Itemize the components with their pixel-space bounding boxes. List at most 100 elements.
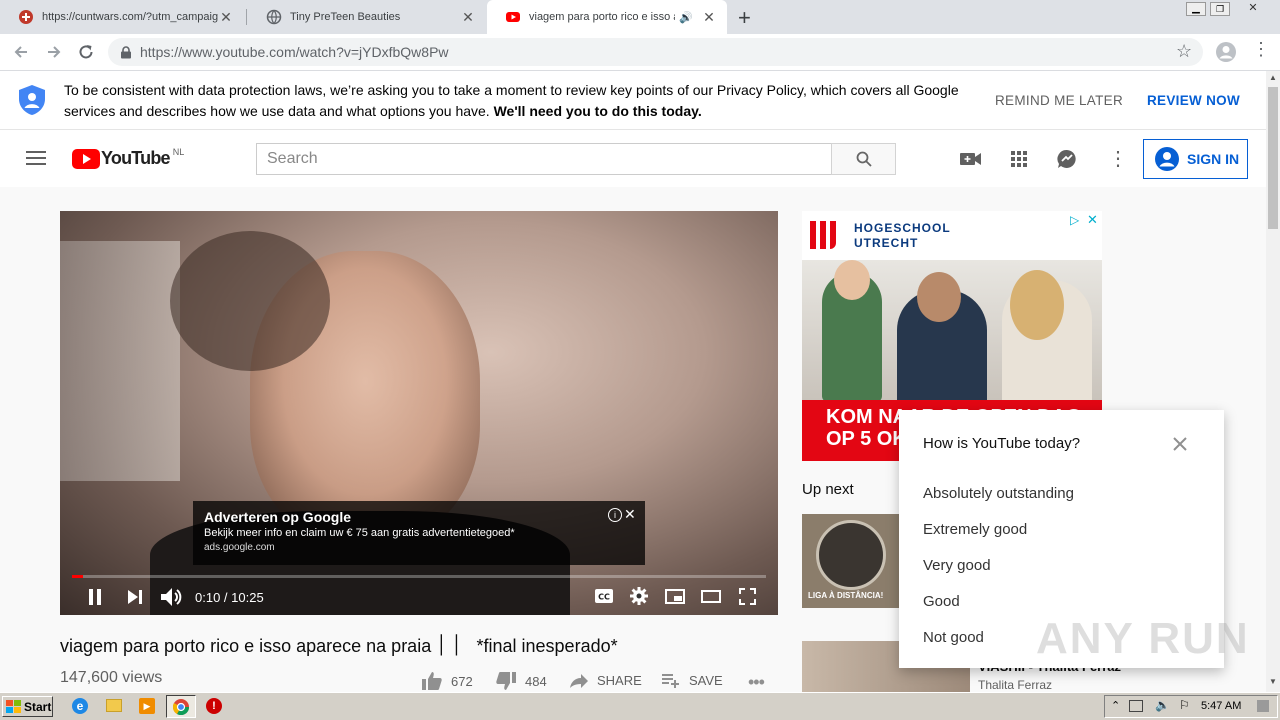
time-display: 0:10 / 10:25: [195, 590, 264, 605]
more-actions-icon[interactable]: •••: [748, 672, 765, 693]
alert-app-icon[interactable]: !: [206, 698, 222, 714]
survey-option-4[interactable]: Good: [923, 593, 960, 610]
up-next-channel-2[interactable]: Thalita Ferraz: [978, 678, 1052, 692]
ad-info-icon[interactable]: i: [608, 508, 622, 522]
tab-close-icon[interactable]: ✕: [460, 9, 476, 26]
miniplayer-icon[interactable]: [665, 589, 685, 604]
progress-bar[interactable]: [72, 575, 766, 578]
lock-icon[interactable]: [120, 46, 132, 59]
tab-title: viagem para porto rico e isso ap: [529, 11, 676, 23]
review-now-button[interactable]: REVIEW NOW: [1147, 93, 1240, 108]
volume-icon[interactable]: [161, 587, 183, 607]
like-count: 672: [451, 673, 473, 689]
survey-option-1[interactable]: Absolutely outstanding: [923, 485, 1074, 502]
tab-youtube[interactable]: viagem para porto rico e isso ap 🔊 ✕: [487, 0, 727, 34]
network-icon[interactable]: [1129, 700, 1143, 712]
ad-close-icon[interactable]: ✕: [624, 507, 636, 521]
account-circle-icon: [1155, 147, 1179, 171]
svg-text:CC: CC: [598, 593, 610, 602]
profile-avatar-icon[interactable]: [1215, 41, 1237, 63]
minimize-icon[interactable]: ▁: [1186, 2, 1206, 16]
tab-separator: [246, 9, 247, 25]
url-text: https://www.youtube.com/watch?v=jYDxfbQw…: [140, 44, 449, 60]
bookmark-star-icon[interactable]: ☆: [1176, 41, 1192, 62]
consent-message: To be consistent with data protection la…: [64, 80, 964, 122]
back-arrow-icon[interactable]: [12, 43, 30, 61]
up-next-thumbnail-1[interactable]: LIGA À DISTÂNCIA!: [802, 514, 900, 608]
chrome-menu-icon[interactable]: ⋮: [1252, 40, 1270, 58]
search-icon: [856, 151, 872, 167]
shield-icon: [19, 85, 45, 115]
create-video-icon[interactable]: [960, 151, 982, 167]
settings-more-icon[interactable]: ⋮: [1108, 149, 1128, 169]
theater-mode-icon[interactable]: [701, 590, 721, 603]
fan-image: [816, 520, 886, 590]
survey-option-2[interactable]: Extremely good: [923, 521, 1027, 538]
tab-close-icon[interactable]: ✕: [218, 9, 234, 26]
like-button[interactable]: 672: [422, 672, 473, 690]
audio-playing-icon[interactable]: 🔊: [679, 11, 693, 24]
globe-icon: [266, 9, 282, 25]
video-hair: [170, 231, 330, 371]
ad-title: Adverteren op Google: [204, 509, 352, 525]
tray-expand-icon[interactable]: ⌃: [1111, 699, 1120, 712]
ad-close-icon[interactable]: ✕: [1087, 212, 1098, 228]
reload-icon[interactable]: [77, 43, 95, 61]
ad-overlay[interactable]: Adverteren op Google Bekijk meer info en…: [193, 501, 645, 565]
scrollbar-thumb[interactable]: [1268, 87, 1278, 229]
fullscreen-icon[interactable]: [739, 588, 756, 605]
scroll-up-icon[interactable]: ▲: [1269, 73, 1277, 82]
youtube-logo[interactable]: YouTube NL: [72, 147, 184, 169]
survey-option-3[interactable]: Very good: [923, 557, 991, 574]
captions-icon[interactable]: CC: [595, 589, 613, 603]
sign-in-button[interactable]: SIGN IN: [1143, 139, 1248, 179]
next-video-icon[interactable]: [128, 590, 143, 604]
scroll-down-icon[interactable]: ▼: [1269, 677, 1277, 686]
start-button[interactable]: Start: [2, 696, 53, 717]
messages-icon[interactable]: [1057, 149, 1077, 169]
close-icon[interactable]: [1173, 437, 1187, 451]
ad-description: Bekijk meer info en claim uw € 75 aan gr…: [204, 527, 515, 539]
youtube-favicon-icon: [506, 12, 520, 22]
youtube-header: YouTube NL Search ⋮ SIGN IN: [0, 130, 1266, 187]
thumbs-up-icon: [422, 672, 442, 690]
remind-me-later-button[interactable]: REMIND ME LATER: [995, 93, 1123, 108]
share-button[interactable]: SHARE: [570, 673, 642, 688]
tab-close-icon[interactable]: ✕: [701, 9, 717, 26]
new-tab-button[interactable]: +: [738, 5, 751, 31]
save-label: SAVE: [689, 673, 723, 688]
pause-icon[interactable]: [88, 589, 102, 605]
speaker-icon[interactable]: 🔈: [1155, 698, 1170, 712]
system-tray: ⌃ 🔈 ⚐ 5:47 AM: [1104, 695, 1278, 718]
ad-brand-line1: HOGESCHOOL: [854, 221, 951, 235]
tab-cuntwars[interactable]: https://cuntwars.com/?utm_campaig ✕: [0, 0, 244, 34]
window-close-icon[interactable]: ✕: [1236, 2, 1270, 16]
search-button[interactable]: [831, 143, 896, 175]
show-desktop-icon[interactable]: [1257, 700, 1269, 712]
page-scrollbar[interactable]: ▲ ▼: [1266, 71, 1280, 692]
save-button[interactable]: SAVE: [662, 673, 723, 688]
flag-icon[interactable]: ⚐: [1179, 698, 1190, 712]
tab-preteen[interactable]: Tiny PreTeen Beauties ✕: [248, 0, 486, 34]
address-bar[interactable]: https://www.youtube.com/watch?v=jYDxfbQw…: [108, 38, 1203, 66]
folder-icon[interactable]: [106, 699, 122, 712]
dislike-button[interactable]: 484: [496, 672, 547, 690]
survey-option-5[interactable]: Not good: [923, 629, 984, 646]
search-input[interactable]: Search: [256, 143, 832, 175]
hamburger-menu-icon[interactable]: [26, 151, 46, 165]
browser-tab-bar: https://cuntwars.com/?utm_campaig ✕ Tiny…: [0, 0, 1280, 34]
forward-arrow-icon[interactable]: [45, 43, 63, 61]
media-player-icon[interactable]: ▶: [139, 698, 155, 714]
start-label: Start: [24, 699, 52, 714]
survey-question: How is YouTube today?: [923, 435, 1081, 452]
restore-icon[interactable]: ❐: [1210, 2, 1230, 16]
video-player[interactable]: Adverteren op Google Bekijk meer info en…: [60, 211, 778, 615]
settings-gear-icon[interactable]: [630, 587, 648, 605]
apps-grid-icon[interactable]: [1011, 151, 1027, 167]
anyrun-watermark: ANY RUN: [1036, 614, 1250, 663]
adchoices-icon[interactable]: ▷: [1070, 213, 1079, 227]
window-controls: ▁ ❐ ✕: [1186, 2, 1276, 18]
internet-explorer-icon[interactable]: e: [72, 698, 88, 714]
chrome-taskbar-button[interactable]: [166, 695, 196, 718]
thumbnail-caption: LIGA À DISTÂNCIA!: [808, 591, 884, 600]
